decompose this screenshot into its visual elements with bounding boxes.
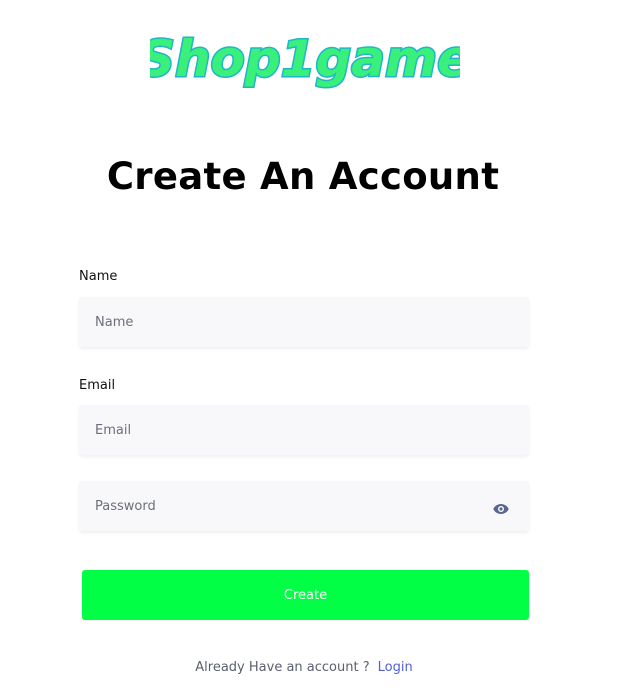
- create-button[interactable]: Create: [82, 570, 529, 620]
- brand-logo-text: Shop1game: [150, 30, 460, 88]
- login-prompt-text: Already Have an account ?: [195, 660, 370, 675]
- name-input[interactable]: [79, 297, 529, 347]
- password-input[interactable]: [79, 481, 529, 531]
- name-label: Name: [79, 269, 118, 284]
- email-field-wrapper: [79, 405, 529, 455]
- login-link[interactable]: Login: [378, 660, 413, 675]
- page-title: Create An Account: [106, 155, 500, 198]
- eye-icon[interactable]: [493, 500, 509, 514]
- name-field-wrapper: [79, 297, 529, 347]
- brand-logo[interactable]: Shop1game: [150, 18, 460, 94]
- email-input[interactable]: [79, 405, 529, 455]
- login-prompt: Already Have an account ? Login: [0, 660, 608, 675]
- email-label: Email: [79, 378, 116, 393]
- password-field-wrapper: [79, 481, 529, 531]
